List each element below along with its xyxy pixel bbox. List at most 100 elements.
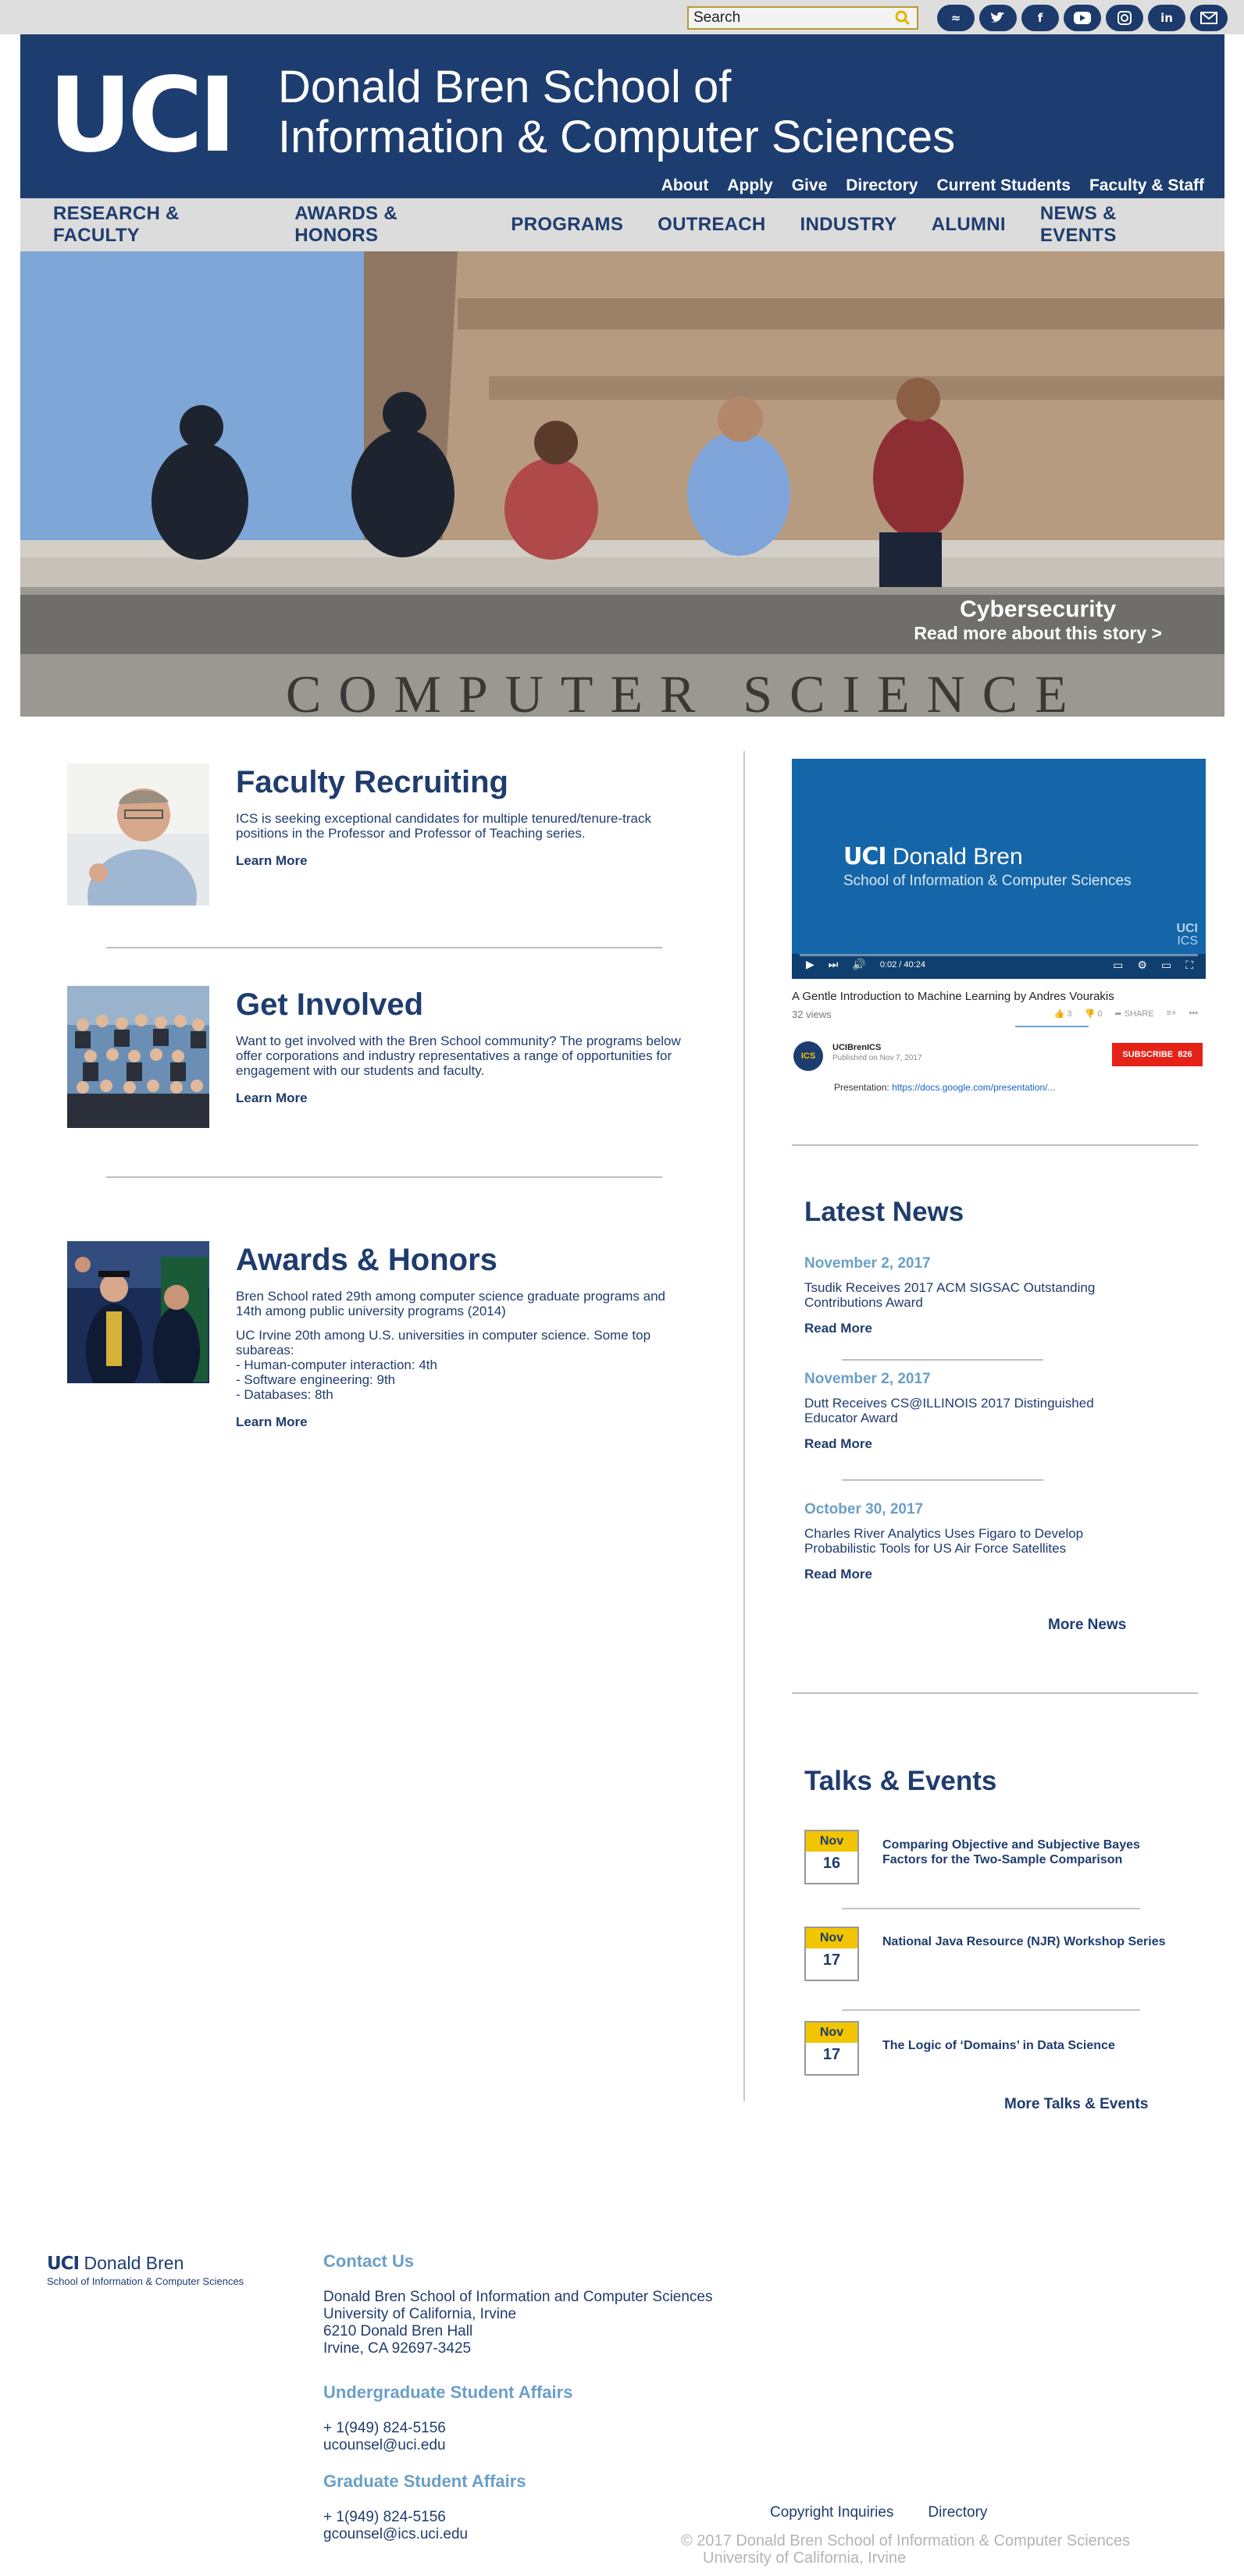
footer-directory-link[interactable]: Directory bbox=[928, 2504, 987, 2521]
video-views: 32 views bbox=[792, 1009, 832, 1020]
channel-avatar[interactable]: ICS bbox=[793, 1041, 823, 1071]
event-title[interactable]: Comparing Objective and Subjective Bayes… bbox=[882, 1838, 1171, 1867]
util-link-faculty-staff[interactable]: Faculty & Staff bbox=[1089, 176, 1204, 195]
youtube-video-embed: UCI Donald Bren School of Information & … bbox=[792, 759, 1206, 1096]
share-button[interactable]: ➦ SHARE bbox=[1114, 1009, 1153, 1019]
footer-undergrad-affairs: Undergraduate Student Affairs + 1(949) 8… bbox=[323, 2382, 807, 2454]
event-item: Nov 16 Comparing Objective and Subjectiv… bbox=[804, 1830, 1179, 1884]
footer-logo[interactable]: UCI Donald Bren School of Information & … bbox=[47, 2253, 244, 2287]
nav-outreach[interactable]: OUTREACH bbox=[658, 214, 765, 236]
util-link-give[interactable]: Give bbox=[792, 176, 828, 195]
event-date-badge: Nov 17 bbox=[804, 2021, 859, 2076]
settings-icon[interactable]: ⚙ bbox=[1137, 959, 1147, 972]
talks-events-heading: Talks & Events bbox=[804, 1766, 997, 1796]
more-news-link[interactable]: More News bbox=[1048, 1617, 1126, 1634]
address-line: Irvine, CA 92697-3425 bbox=[323, 2340, 472, 2357]
nav-alumni[interactable]: ALUMNI bbox=[932, 214, 1006, 236]
read-more-link[interactable]: Read More bbox=[804, 1567, 872, 1582]
school-name[interactable]: Donald Bren School of Information & Comp… bbox=[278, 62, 955, 162]
utility-links: About Apply Give Directory Current Stude… bbox=[661, 176, 1204, 195]
news-headline[interactable]: Dutt Receives CS@ILLINOIS 2017 Distingui… bbox=[804, 1396, 1132, 1425]
awards-honors-photo[interactable] bbox=[67, 1241, 209, 1383]
feature-title[interactable]: Awards & Honors bbox=[236, 1243, 681, 1278]
nav-programs[interactable]: PROGRAMS bbox=[511, 214, 623, 236]
search-box[interactable] bbox=[687, 6, 918, 30]
copyright-inquiries-link[interactable]: Copyright Inquiries bbox=[770, 2504, 893, 2521]
captions-icon[interactable]: ▭ bbox=[1113, 959, 1123, 972]
fullscreen-icon[interactable]: ⛶ bbox=[1185, 959, 1193, 972]
divider bbox=[106, 1176, 662, 1178]
video-progress-bar[interactable] bbox=[800, 954, 1198, 956]
nav-awards-honors[interactable]: AWARDS & HONORS bbox=[294, 203, 476, 247]
more-actions-icon[interactable]: ••• bbox=[1189, 1009, 1198, 1019]
learn-more-link[interactable]: Learn More bbox=[236, 1091, 308, 1106]
get-involved-photo[interactable] bbox=[67, 986, 209, 1128]
facebook-icon[interactable]: f bbox=[1021, 5, 1059, 31]
thumbs-down-icon: 👎 bbox=[1084, 1009, 1096, 1019]
youtube-icon[interactable] bbox=[1064, 5, 1101, 31]
ranking-item: - Human-computer interaction: 4th bbox=[236, 1357, 437, 1372]
nav-research-faculty[interactable]: RESEARCH & FACULTY bbox=[53, 203, 260, 247]
search-input[interactable] bbox=[689, 9, 884, 27]
dislike-button[interactable]: 👎 0 bbox=[1085, 1009, 1103, 1019]
util-link-current-students[interactable]: Current Students bbox=[936, 176, 1071, 195]
divider bbox=[792, 1692, 1198, 1694]
news-headline[interactable]: Charles River Analytics Uses Figaro to D… bbox=[804, 1526, 1132, 1556]
thumbs-up-icon: 👍 bbox=[1053, 1009, 1065, 1019]
like-button[interactable]: 👍 3 bbox=[1054, 1009, 1072, 1019]
undergrad-email[interactable]: ucounsel@uci.edu bbox=[323, 2437, 807, 2454]
read-more-link[interactable]: Read More bbox=[804, 1436, 872, 1451]
top-utility-bar: ≈ f in bbox=[0, 0, 1244, 34]
util-link-apply[interactable]: Apply bbox=[727, 176, 772, 195]
next-icon[interactable]: ⏭ bbox=[829, 958, 839, 971]
undergrad-phone[interactable]: + 1(949) 824-5156 bbox=[323, 2420, 807, 2437]
presentation-link[interactable]: https://docs.google.com/presentation/... bbox=[892, 1082, 1055, 1093]
learn-more-link[interactable]: Learn More bbox=[236, 1414, 308, 1430]
video-watermark: UCI ICS bbox=[1176, 922, 1198, 948]
subscribe-button[interactable]: SUBSCRIBE 826 bbox=[1112, 1043, 1203, 1066]
volume-icon[interactable]: 🔊 bbox=[852, 958, 865, 971]
hero-caption[interactable]: Cybersecurity Read more about this story… bbox=[914, 595, 1162, 644]
social-links: ≈ f in bbox=[937, 5, 1228, 31]
video-subtitle: School of Information & Computer Science… bbox=[843, 873, 1132, 889]
news-headline[interactable]: Tsudik Receives 2017 ACM SIGSAC Outstand… bbox=[804, 1280, 1132, 1310]
linkedin-icon[interactable]: in bbox=[1148, 5, 1185, 31]
uci-logo[interactable]: UCI bbox=[48, 64, 237, 167]
twitter-icon[interactable] bbox=[979, 5, 1017, 31]
util-link-directory[interactable]: Directory bbox=[846, 176, 918, 195]
contact-heading: Contact Us bbox=[323, 2251, 415, 2271]
add-to-playlist-icon[interactable]: ≡+ bbox=[1167, 1009, 1177, 1019]
address-line: Donald Bren School of Information and Co… bbox=[323, 2289, 713, 2305]
feature-title[interactable]: Faculty Recruiting bbox=[236, 765, 681, 800]
email-icon[interactable] bbox=[1190, 5, 1228, 31]
grad-heading: Graduate Student Affairs bbox=[323, 2471, 526, 2491]
nav-news-events[interactable]: NEWS & EVENTS bbox=[1040, 203, 1190, 247]
event-title[interactable]: The Logic of ‘Domains’ in Data Science bbox=[882, 2038, 1171, 2053]
learn-more-link[interactable]: Learn More bbox=[236, 853, 308, 869]
event-item: Nov 17 National Java Resource (NJR) Work… bbox=[804, 1927, 1179, 1981]
hero-banner[interactable]: COMPUTER SCIENCE Cybersecurity Read more… bbox=[20, 251, 1224, 717]
event-title[interactable]: National Java Resource (NJR) Workshop Se… bbox=[882, 1934, 1171, 1949]
read-more-link[interactable]: Read More bbox=[804, 1321, 872, 1336]
main-navigation: RESEARCH & FACULTY AWARDS & HONORS PROGR… bbox=[20, 198, 1224, 251]
channel-name[interactable]: UCIBrenICS bbox=[832, 1043, 881, 1052]
event-month: Nov bbox=[806, 2023, 857, 2043]
anteater-icon[interactable]: ≈ bbox=[937, 5, 975, 31]
feature-title[interactable]: Get Involved bbox=[236, 987, 681, 1023]
grad-phone[interactable]: + 1(949) 824-5156 bbox=[323, 2509, 807, 2526]
video-title[interactable]: A Gentle Introduction to Machine Learnin… bbox=[792, 990, 1114, 1003]
nav-industry[interactable]: INDUSTRY bbox=[800, 214, 897, 236]
faculty-recruiting-photo[interactable] bbox=[67, 763, 209, 906]
hero-read-more-link[interactable]: Read more about this story > bbox=[914, 623, 1162, 644]
feature-description: Want to get involved with the Bren Schoo… bbox=[236, 1034, 681, 1078]
event-item: Nov 17 The Logic of ‘Domains’ in Data Sc… bbox=[804, 2021, 1179, 2076]
search-icon[interactable] bbox=[895, 10, 911, 26]
share-icon: ➦ bbox=[1114, 1009, 1122, 1019]
hero-title[interactable]: Cybersecurity bbox=[914, 596, 1162, 623]
theater-icon[interactable]: ▭ bbox=[1161, 959, 1171, 972]
news-separator bbox=[842, 1479, 1043, 1481]
more-talks-events-link[interactable]: More Talks & Events bbox=[1004, 2096, 1148, 2113]
util-link-about[interactable]: About bbox=[661, 176, 709, 195]
play-icon[interactable]: ▶ bbox=[806, 958, 814, 971]
instagram-icon[interactable] bbox=[1106, 5, 1143, 31]
